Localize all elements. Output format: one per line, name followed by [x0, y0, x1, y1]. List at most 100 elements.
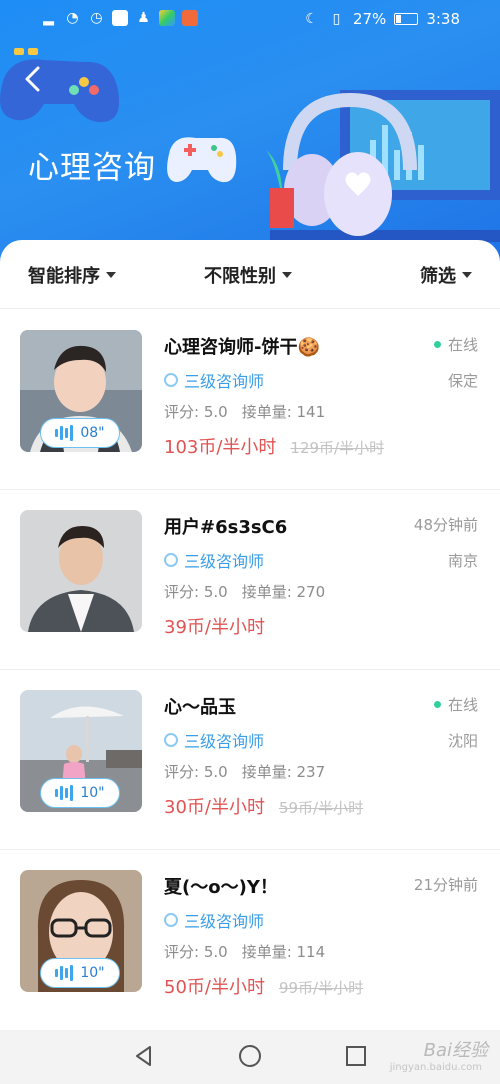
page-title: 心理咨询	[28, 150, 156, 186]
original-price: 129币/半小时	[290, 439, 385, 457]
back-button[interactable]	[18, 62, 52, 96]
medal-icon	[164, 373, 178, 387]
medal-icon	[164, 553, 178, 567]
small-gamepad-illustration	[167, 137, 237, 183]
counselor-name: 心～品玉	[164, 697, 236, 718]
app-icon-colorful	[159, 10, 175, 26]
price: 39币/半小时	[164, 617, 265, 638]
city: 保定	[447, 372, 478, 390]
voice-duration: 10"	[80, 965, 105, 981]
counselor-stats: 评分: 5.0 接单量: 141	[164, 401, 325, 422]
filter-label: 筛选	[420, 266, 456, 287]
level-label: 三级咨询师	[184, 372, 265, 391]
gender-dropdown[interactable]: 不限性别	[204, 262, 292, 288]
sound-wave-icon	[55, 785, 74, 801]
order-count: 接单量: 114	[241, 943, 326, 961]
wifi-icon: ◔	[66, 9, 79, 26]
app-icon-red	[182, 10, 198, 26]
alarm-icon: ◷	[90, 9, 103, 26]
rating: 评分: 5.0	[164, 763, 228, 781]
price: 30币/半小时	[164, 797, 265, 818]
price-line: 39币/半小时	[164, 613, 265, 639]
price: 103币/半小时	[164, 437, 277, 458]
medal-icon	[164, 733, 178, 747]
online-status: 在线	[433, 694, 478, 715]
gender-label: 不限性别	[204, 266, 276, 287]
dropdown-arrow-icon	[106, 272, 116, 278]
sound-wave-icon	[55, 425, 74, 441]
counselor-stats: 评分: 5.0 接单量: 270	[164, 581, 325, 602]
sort-dropdown[interactable]: 智能排序	[28, 262, 116, 288]
price: 50币/半小时	[164, 977, 265, 998]
city: 沈阳	[447, 732, 478, 750]
counselor-name: 夏(～o～)Y！	[164, 877, 278, 898]
counselor-level: 三级咨询师	[164, 548, 264, 572]
rating: 评分: 5.0	[164, 943, 228, 961]
status-bar: ▂ ◔ ◷ ♟ ☾ ▯ 27% 3:38	[0, 0, 500, 40]
watermark-url: jingyan.baidu.com	[389, 1062, 482, 1073]
counselor-list-panel: 智能排序 不限性别 筛选 08" 心理咨询师-饼干🍪 三级咨询师 评分: 5.0…	[0, 240, 500, 1030]
counselor-level: 三级咨询师	[164, 368, 264, 392]
price-line: 103币/半小时 129币/半小时	[164, 433, 384, 459]
voice-duration: 10"	[80, 785, 105, 801]
price-line: 30币/半小时 59币/半小时	[164, 793, 363, 819]
last-active: 48分钟前	[414, 514, 478, 535]
headphones-laptop-illustration	[266, 90, 500, 242]
recents-square-icon[interactable]	[344, 1044, 368, 1068]
level-label: 三级咨询师	[184, 732, 265, 751]
counselor-card[interactable]: 用户#6s3sC6 三级咨询师 评分: 5.0 接单量: 270 39币/半小时 …	[0, 490, 500, 670]
app-icon-qq-blue	[112, 10, 128, 26]
level-label: 三级咨询师	[184, 552, 265, 571]
battery-percent: 27%	[352, 10, 387, 28]
voice-intro-button[interactable]: 08"	[40, 418, 120, 448]
avatar	[20, 510, 142, 632]
counselor-stats: 评分: 5.0 接单量: 114	[164, 941, 325, 962]
counselor-level: 三级咨询师	[164, 728, 264, 752]
city: 南京	[447, 552, 478, 570]
voice-intro-button[interactable]: 10"	[40, 778, 120, 808]
watermark-logo: Bai经验	[423, 1040, 488, 1061]
online-dot-icon	[433, 341, 441, 348]
level-label: 三级咨询师	[184, 912, 265, 931]
signal-icon: ▂	[43, 9, 54, 26]
voice-intro-button[interactable]: 10"	[40, 958, 120, 988]
moon-icon: ☾	[305, 10, 318, 27]
counselor-card[interactable]: 10" 心～品玉 三级咨询师 评分: 5.0 接单量: 237 30币/半小时 59…	[0, 670, 500, 850]
back-triangle-icon[interactable]	[132, 1044, 156, 1068]
status-text: 21分钟前	[413, 876, 478, 894]
qq-penguin-icon: ♟	[137, 9, 150, 26]
divider	[0, 308, 500, 309]
rating: 评分: 5.0	[164, 403, 228, 421]
header-banner: ▂ ◔ ◷ ♟ ☾ ▯ 27% 3:38 心理咨询	[0, 0, 500, 262]
voice-duration: 08"	[80, 425, 105, 441]
medal-icon	[164, 913, 178, 927]
order-count: 接单量: 237	[241, 763, 326, 781]
status-text: 在线	[447, 696, 478, 714]
vibrate-icon: ▯	[332, 10, 341, 27]
counselor-name: 心理咨询师-饼干🍪	[164, 337, 320, 358]
counselor-stats: 评分: 5.0 接单量: 237	[164, 761, 325, 782]
original-price: 59币/半小时	[278, 799, 364, 817]
counselor-card[interactable]: 10" 夏(～o～)Y！ 三级咨询师 评分: 5.0 接单量: 114 50币/半…	[0, 850, 500, 1030]
order-count: 接单量: 270	[241, 583, 326, 601]
filter-dropdown[interactable]: 筛选	[420, 262, 472, 288]
clock: 3:38	[426, 10, 460, 28]
order-count: 接单量: 141	[241, 403, 326, 421]
status-text: 在线	[447, 336, 478, 354]
counselor-level: 三级咨询师	[164, 908, 264, 932]
last-active: 21分钟前	[414, 874, 478, 895]
sound-wave-icon	[55, 965, 74, 981]
counselor-card[interactable]: 08" 心理咨询师-饼干🍪 三级咨询师 评分: 5.0 接单量: 141 103币…	[0, 310, 500, 490]
rating: 评分: 5.0	[164, 583, 228, 601]
status-text: 48分钟前	[413, 516, 478, 534]
dropdown-arrow-icon	[282, 272, 292, 278]
filter-bar: 智能排序 不限性别 筛选	[0, 250, 500, 300]
chevron-left-icon	[25, 66, 40, 92]
counselor-name: 用户#6s3sC6	[164, 517, 288, 538]
sort-label: 智能排序	[28, 266, 100, 287]
online-dot-icon	[433, 701, 441, 708]
battery-icon	[394, 13, 419, 25]
online-status: 在线	[433, 334, 478, 355]
home-circle-icon[interactable]	[238, 1044, 262, 1068]
dropdown-arrow-icon	[462, 272, 472, 278]
